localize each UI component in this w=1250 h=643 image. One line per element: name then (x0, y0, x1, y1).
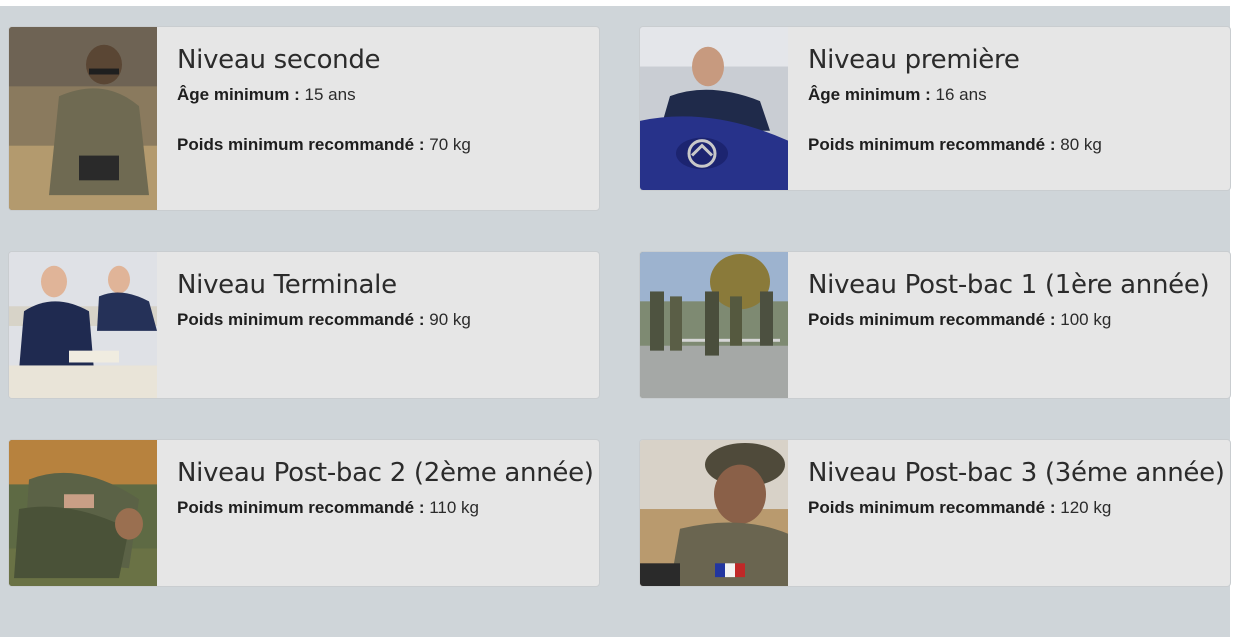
level-card-post-bac-2[interactable]: Niveau Post-bac 2 (2ème année) Poids min… (8, 439, 600, 587)
card-title: Niveau Post-bac 1 (1ère année) (808, 270, 1210, 300)
weight-value: 110 kg (429, 498, 480, 517)
weight-label: Poids minimum recommandé : (808, 310, 1056, 329)
soldier-kneeling-photo (9, 27, 157, 210)
level-card-premiere[interactable]: Niveau première Âge minimum : 16 ans Poi… (639, 26, 1231, 191)
weight-label: Poids minimum recommandé : (177, 135, 425, 154)
card-title: Niveau seconde (177, 45, 381, 75)
level-card-post-bac-3[interactable]: Niveau Post-bac 3 (3éme année) Poids min… (639, 439, 1231, 587)
weight-requirement: Poids minimum recommandé : 110 kg (177, 498, 589, 518)
weight-requirement: Poids minimum recommandé : 70 kg (177, 135, 589, 155)
weight-value: 80 kg (1060, 135, 1102, 154)
weight-value: 100 kg (1060, 310, 1112, 329)
first-aid-drill-photo (9, 440, 157, 586)
weight-label: Poids minimum recommandé : (808, 498, 1056, 517)
age-value: 16 ans (935, 85, 987, 104)
weight-label: Poids minimum recommandé : (177, 310, 425, 329)
classroom-photo (9, 252, 157, 398)
age-label: Âge minimum : (177, 85, 300, 104)
age-value: 15 ans (304, 85, 356, 104)
weight-label: Poids minimum recommandé : (808, 135, 1056, 154)
beret-cadet-photo (640, 27, 788, 190)
field-training-photo (640, 252, 788, 398)
helmeted-soldier-photo (640, 440, 788, 586)
weight-requirement: Poids minimum recommandé : 120 kg (808, 498, 1220, 518)
level-card-post-bac-1[interactable]: Niveau Post-bac 1 (1ère année) Poids min… (639, 251, 1231, 399)
card-title: Niveau Terminale (177, 270, 397, 300)
levels-panel: Niveau seconde Âge minimum : 15 ans Poid… (0, 6, 1231, 637)
age-requirement: Âge minimum : 16 ans (808, 85, 1220, 105)
weight-label: Poids minimum recommandé : (177, 498, 425, 517)
weight-value: 90 kg (429, 310, 471, 329)
level-card-seconde[interactable]: Niveau seconde Âge minimum : 15 ans Poid… (8, 26, 600, 211)
weight-requirement: Poids minimum recommandé : 80 kg (808, 135, 1220, 155)
weight-value: 120 kg (1060, 498, 1112, 517)
level-card-terminale[interactable]: Niveau Terminale Poids minimum recommand… (8, 251, 600, 399)
weight-value: 70 kg (429, 135, 471, 154)
weight-requirement: Poids minimum recommandé : 90 kg (177, 310, 589, 330)
card-title: Niveau première (808, 45, 1020, 75)
card-title: Niveau Post-bac 2 (2ème année) (177, 458, 594, 488)
card-title: Niveau Post-bac 3 (3éme année) (808, 458, 1225, 488)
age-requirement: Âge minimum : 15 ans (177, 85, 589, 105)
age-label: Âge minimum : (808, 85, 931, 104)
weight-requirement: Poids minimum recommandé : 100 kg (808, 310, 1220, 330)
